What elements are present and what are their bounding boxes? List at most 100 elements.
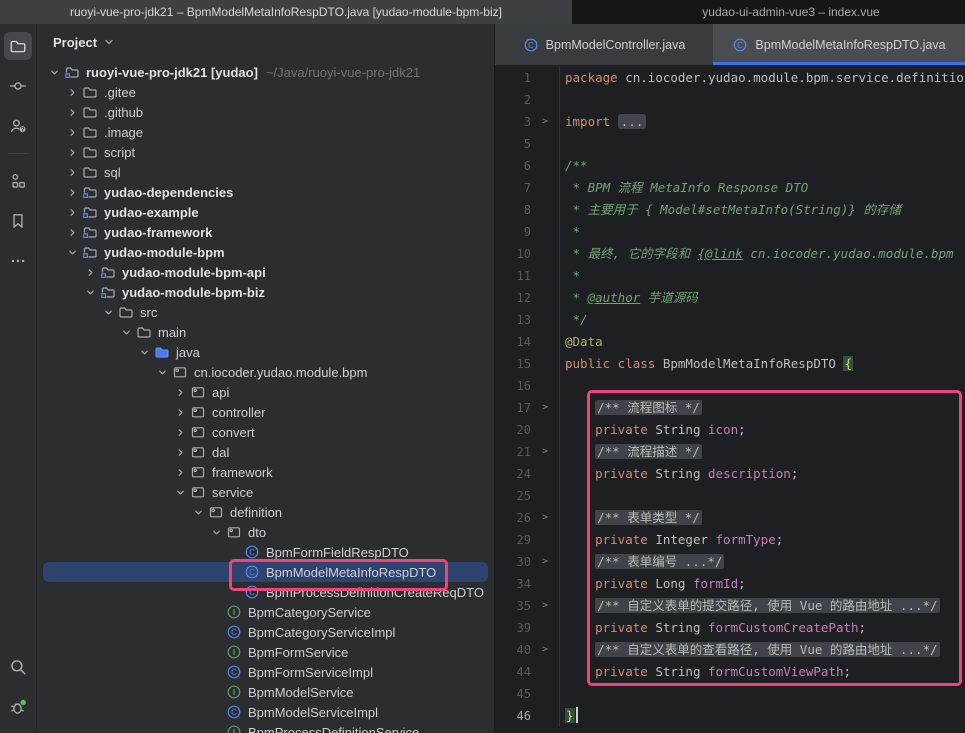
code-line-text[interactable]: import ... xyxy=(559,111,965,133)
code-line-text[interactable]: private String formCustomViewPath; xyxy=(559,661,965,683)
tree-item-bpmmodelserviceimpl[interactable]: CBpmModelServiceImpl xyxy=(43,702,488,722)
pull-requests-icon[interactable]: ? xyxy=(4,112,32,140)
tree-item-bpmcategoryserviceimpl[interactable]: CBpmCategoryServiceImpl xyxy=(43,622,488,642)
code-line-text[interactable]: /** 流程图标 */ xyxy=(559,397,965,419)
commit-icon[interactable] xyxy=(4,72,32,100)
tree-item-cn-iocoder-yudao-module-bpm[interactable]: cn.iocoder.yudao.module.bpm xyxy=(43,362,488,382)
code-line-text[interactable]: private String formCustomCreatePath; xyxy=(559,617,965,639)
tree-item-definition[interactable]: definition xyxy=(43,502,488,522)
code-line-text[interactable]: /** 自定义表单的查看路径, 使用 Vue 的路由地址 ...*/ xyxy=(559,639,965,661)
chevron-right-icon[interactable] xyxy=(63,227,81,238)
code-line-text[interactable]: /** 表单编号 ...*/ xyxy=(559,551,965,573)
tree-item-yudao-example[interactable]: yudao-example xyxy=(43,202,488,222)
code-line-text[interactable]: * @author 芋道源码 xyxy=(559,287,965,309)
fold-toggle-icon[interactable]: > xyxy=(531,595,559,617)
chevron-right-icon[interactable] xyxy=(171,407,189,418)
chevron-down-icon[interactable] xyxy=(117,327,135,338)
chevron-down-icon[interactable] xyxy=(189,507,207,518)
editor-tab-bpmmodelcontroller-java[interactable]: CBpmModelController.java xyxy=(495,24,713,65)
chevron-right-icon[interactable] xyxy=(171,427,189,438)
tree-item-src[interactable]: src xyxy=(43,302,488,322)
tree-item-yudao-module-bpm-biz[interactable]: yudao-module-bpm-biz xyxy=(43,282,488,302)
code-line-text[interactable]: * 最终, 它的字段和 {@link cn.iocoder.yudao.modu… xyxy=(559,243,965,265)
tree-item-dal[interactable]: dal xyxy=(43,442,488,462)
code-line-text[interactable] xyxy=(559,683,965,705)
fold-toggle-icon[interactable]: > xyxy=(531,397,559,419)
code-line-text[interactable]: * xyxy=(559,265,965,287)
code-line-text[interactable]: * 主要用于 { Model#setMetaInfo(String)} 的存储 xyxy=(559,199,965,221)
tree-item-java[interactable]: java xyxy=(43,342,488,362)
chevron-right-icon[interactable] xyxy=(63,107,81,118)
code-line-text[interactable]: public class BpmModelMetaInfoRespDTO { xyxy=(559,353,965,375)
code-line-text[interactable]: private String description; xyxy=(559,463,965,485)
code-line-text[interactable]: } xyxy=(559,705,965,727)
chevron-down-icon[interactable] xyxy=(171,487,189,498)
code-line-text[interactable]: package cn.iocoder.yudao.module.bpm.serv… xyxy=(559,67,965,89)
chevron-down-icon[interactable] xyxy=(207,527,225,538)
structure-icon[interactable] xyxy=(4,167,32,195)
code-editor[interactable]: 1package cn.iocoder.yudao.module.bpm.ser… xyxy=(495,65,965,733)
chevron-right-icon[interactable] xyxy=(63,87,81,98)
chevron-down-icon[interactable] xyxy=(63,247,81,258)
tree-item-yudao-module-bpm-api[interactable]: yudao-module-bpm-api xyxy=(43,262,488,282)
chevron-right-icon[interactable] xyxy=(171,387,189,398)
tree-item--gitee[interactable]: .gitee xyxy=(43,82,488,102)
code-line-text[interactable]: @Data xyxy=(559,331,965,353)
project-panel-header[interactable]: Project xyxy=(37,24,494,60)
chevron-down-icon[interactable] xyxy=(153,367,171,378)
tree-item-convert[interactable]: convert xyxy=(43,422,488,442)
code-line-text[interactable]: /** 流程描述 */ xyxy=(559,441,965,463)
tree-item-yudao-dependencies[interactable]: yudao-dependencies xyxy=(43,182,488,202)
chevron-right-icon[interactable] xyxy=(63,127,81,138)
search-icon[interactable] xyxy=(4,653,32,681)
editor-tab-bpmmodelmetainforespdto-java[interactable]: CBpmModelMetaInfoRespDTO.java xyxy=(713,24,965,65)
tree-item-yudao-module-bpm[interactable]: yudao-module-bpm xyxy=(43,242,488,262)
fold-toggle-icon[interactable]: > xyxy=(531,441,559,463)
tree-item-ruoyi-vue-pro-jdk21-yudao-[interactable]: ruoyi-vue-pro-jdk21 [yudao]~/Java/ruoyi-… xyxy=(43,62,488,82)
tree-item--image[interactable]: .image xyxy=(43,122,488,142)
tree-item-script[interactable]: script xyxy=(43,142,488,162)
chevron-right-icon[interactable] xyxy=(63,167,81,178)
tree-item--github[interactable]: .github xyxy=(43,102,488,122)
code-line-text[interactable]: /** 表单类型 */ xyxy=(559,507,965,529)
code-line-text[interactable]: * xyxy=(559,221,965,243)
tree-item-bpmformfieldrespdto[interactable]: CBpmFormFieldRespDTO xyxy=(43,542,488,562)
chevron-down-icon[interactable] xyxy=(45,67,63,78)
code-line-text[interactable]: * BPM 流程 MetaInfo Response DTO xyxy=(559,177,965,199)
code-line-text[interactable] xyxy=(559,375,965,397)
chevron-down-icon[interactable] xyxy=(81,287,99,298)
fold-toggle-icon[interactable]: > xyxy=(531,551,559,573)
tree-item-bpmcategoryservice[interactable]: IBpmCategoryService xyxy=(43,602,488,622)
tree-item-dto[interactable]: dto xyxy=(43,522,488,542)
chevron-right-icon[interactable] xyxy=(81,267,99,278)
code-line-text[interactable] xyxy=(559,133,965,155)
chevron-right-icon[interactable] xyxy=(63,187,81,198)
code-line-text[interactable] xyxy=(559,89,965,111)
tree-item-bpmprocessdefinitioncreatereqdto[interactable]: CBpmProcessDefinitionCreateReqDTO xyxy=(43,582,488,602)
code-line-text[interactable]: /** xyxy=(559,155,965,177)
tree-item-bpmformserviceimpl[interactable]: CBpmFormServiceImpl xyxy=(43,662,488,682)
tree-item-yudao-framework[interactable]: yudao-framework xyxy=(43,222,488,242)
project-icon[interactable] xyxy=(4,32,32,60)
code-line-text[interactable]: */ xyxy=(559,309,965,331)
tree-item-controller[interactable]: controller xyxy=(43,402,488,422)
tree-item-service[interactable]: service xyxy=(43,482,488,502)
code-line-text[interactable]: private Long formId; xyxy=(559,573,965,595)
debug-icon[interactable] xyxy=(4,693,32,721)
chevron-down-icon[interactable] xyxy=(135,347,153,358)
code-line-text[interactable] xyxy=(559,485,965,507)
tree-item-main[interactable]: main xyxy=(43,322,488,342)
tree-item-bpmmodelservice[interactable]: IBpmModelService xyxy=(43,682,488,702)
tree-item-bpmmodelmetainforespdto[interactable]: CBpmModelMetaInfoRespDTO xyxy=(43,562,488,582)
tree-item-bpmprocessdefinitionservice[interactable]: IBpmProcessDefinitionService xyxy=(43,722,488,733)
chevron-right-icon[interactable] xyxy=(171,467,189,478)
code-line-text[interactable]: private Integer formType; xyxy=(559,529,965,551)
code-line-text[interactable]: private String icon; xyxy=(559,419,965,441)
tree-item-bpmformservice[interactable]: IBpmFormService xyxy=(43,642,488,662)
code-line-text[interactable]: /** 自定义表单的提交路径, 使用 Vue 的路由地址 ...*/ xyxy=(559,595,965,617)
fold-toggle-icon[interactable]: > xyxy=(531,111,559,133)
tree-item-sql[interactable]: sql xyxy=(43,162,488,182)
chevron-right-icon[interactable] xyxy=(171,447,189,458)
chevron-down-icon[interactable] xyxy=(99,307,117,318)
chevron-right-icon[interactable] xyxy=(63,147,81,158)
